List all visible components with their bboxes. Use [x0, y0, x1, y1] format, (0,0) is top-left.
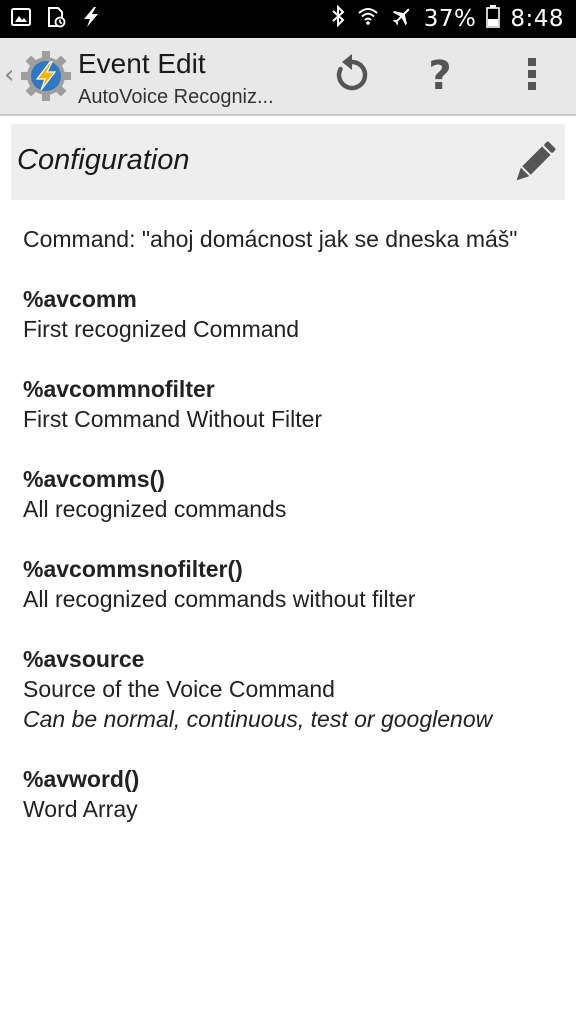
variable-description: First recognized Command: [23, 316, 300, 342]
battery-icon: [486, 4, 501, 34]
screen-title: Event Edit: [78, 48, 206, 79]
bolt-icon: [80, 6, 102, 33]
variable-item: %avword() Word Array: [23, 764, 553, 824]
clock: 8:48: [510, 6, 564, 32]
image-icon: [10, 6, 32, 33]
variable-item: %avcomms() All recognized commands: [23, 464, 553, 524]
variable-name: %avcomm: [23, 286, 137, 312]
overflow-menu-button[interactable]: [508, 52, 556, 100]
screen-subtitle: AutoVoice Recogniz...: [78, 86, 274, 108]
variable-note: Can be normal, continuous, test or googl…: [23, 706, 493, 732]
sd-card-icon: [44, 5, 68, 34]
variable-description: First Command Without Filter: [23, 406, 323, 432]
command-text: Command: "ahoj domácnost jak se dneska m…: [23, 226, 518, 252]
variable-name: %avcommnofilter: [23, 376, 215, 402]
status-right-icons: 37% 8:48: [330, 0, 564, 38]
status-left-icons: [10, 6, 102, 32]
variable-item: %avsource Source of the Voice Command Ca…: [23, 644, 553, 734]
overflow-menu-icon: [526, 54, 538, 99]
undo-icon: [332, 53, 372, 99]
status-bar: 37% 8:48: [0, 0, 576, 38]
configuration-title: Configuration: [17, 144, 190, 176]
tasker-logo-icon[interactable]: [20, 50, 72, 102]
undo-button[interactable]: [328, 52, 376, 100]
variable-description: Word Array: [23, 796, 138, 822]
variable-name: %avcomms(): [23, 466, 165, 492]
variable-description: All recognized commands: [23, 496, 287, 522]
variable-description: Source of the Voice Command: [23, 676, 335, 702]
variable-name: %avword(): [23, 766, 140, 792]
variable-name: %avcommsnofilter(): [23, 556, 243, 582]
variable-item: %avcommsnofilter() All recognized comman…: [23, 554, 553, 614]
variable-item: %avcommnofilter First Command Without Fi…: [23, 374, 553, 434]
configuration-header: Configuration: [11, 124, 565, 200]
variable-description: All recognized commands without filter: [23, 586, 416, 612]
battery-percent: 37%: [423, 6, 477, 32]
wifi-icon: [356, 4, 380, 34]
variable-name: %avsource: [23, 646, 145, 672]
variable-item: %avcomm First recognized Command: [23, 284, 553, 344]
airplane-icon: [390, 4, 414, 34]
bluetooth-icon: [330, 4, 346, 34]
help-icon: ?: [428, 53, 452, 99]
help-button[interactable]: ?: [416, 52, 464, 100]
back-chevron-icon[interactable]: ‹: [4, 60, 14, 90]
pencil-icon[interactable]: [509, 136, 561, 188]
action-bar: ‹ Event Edit AutoVoice Recogniz... ?: [0, 38, 576, 116]
configuration-content: Command: "ahoj domácnost jak se dneska m…: [23, 224, 553, 854]
